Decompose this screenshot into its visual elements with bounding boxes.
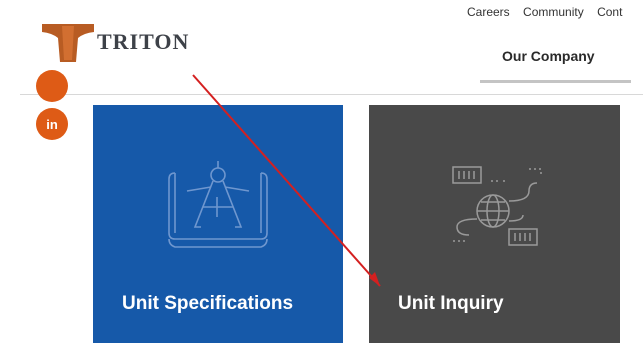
tile-unit-specifications[interactable]: Unit Specifications — [93, 105, 343, 343]
nav-link-community[interactable]: Community — [523, 5, 584, 19]
tile-unit-inquiry[interactable]: Unit Inquiry — [369, 105, 620, 343]
blueprint-compass-icon — [168, 161, 268, 248]
globe-containers-icon — [452, 166, 542, 246]
tile-label-unit-inquiry: Unit Inquiry — [398, 293, 504, 314]
linkedin-icon[interactable]: in — [36, 108, 68, 140]
brand-name: TRITON — [97, 29, 190, 54]
nav-link-contact[interactable]: Cont — [597, 5, 622, 19]
active-nav-underline — [480, 80, 631, 83]
nav-link-careers[interactable]: Careers — [467, 5, 510, 19]
tile-label-unit-specifications: Unit Specifications — [122, 293, 294, 314]
nav-item-our-company[interactable]: Our Company — [502, 48, 595, 64]
triton-t-logo-icon — [42, 24, 94, 62]
social-icon-partial[interactable] — [36, 70, 68, 102]
header-divider — [20, 94, 643, 95]
utility-nav: Careers Community Cont — [467, 5, 632, 19]
triton-logo[interactable]: TRITON — [40, 20, 189, 64]
